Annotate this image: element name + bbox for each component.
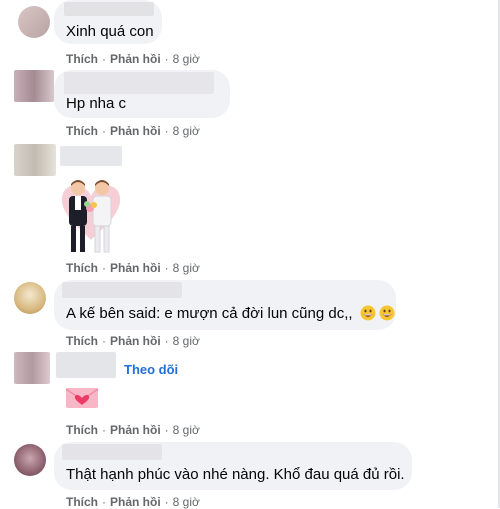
comment-time[interactable]: 8 giờ [173, 261, 200, 275]
like-link[interactable]: Thích [66, 334, 98, 348]
grinning-face-icon [360, 305, 376, 321]
wedding-couple-sticker [56, 174, 126, 256]
comment-bubble: A kế bên said: e mượn cả đời lun cũng dc… [54, 280, 396, 330]
comment-text: Xinh quá con [66, 23, 154, 40]
comment-bubble: Thật hạnh phúc vào nhé nàng. Khổ đau quá… [54, 442, 412, 490]
comment-bubble: Xinh quá con [54, 0, 162, 44]
comment-actions: Thích · Phản hồi · 8 giờ [66, 495, 200, 509]
follow-link[interactable]: Theo dõi [124, 362, 178, 377]
blurred-username [62, 444, 162, 460]
reply-link[interactable]: Phản hồi [110, 261, 161, 275]
like-link[interactable]: Thích [66, 52, 98, 66]
like-link[interactable]: Thích [66, 261, 98, 275]
blurred-username [60, 146, 122, 166]
comment-text-content: A kế bên said: e mượn cả đời lun cũng dc… [66, 305, 353, 322]
reply-link[interactable]: Phản hồi [110, 423, 161, 437]
reply-link[interactable]: Phản hồi [110, 52, 161, 66]
comment-time[interactable]: 8 giờ [173, 495, 200, 509]
comment-time[interactable]: 8 giờ [173, 124, 200, 138]
avatar[interactable] [14, 444, 46, 476]
reply-link[interactable]: Phản hồi [110, 124, 161, 138]
blurred-username [64, 2, 154, 16]
comment-text: Thật hạnh phúc vào nhé nàng. Khổ đau quá… [66, 466, 405, 483]
like-link[interactable]: Thích [66, 423, 98, 437]
avatar[interactable] [14, 144, 56, 176]
comment-bubble: Hp nha c [54, 70, 230, 118]
comment-text: Hp nha c [66, 95, 127, 112]
comment-actions: Thích · Phản hồi · 8 giờ [66, 334, 200, 348]
avatar[interactable] [14, 352, 50, 384]
heart-envelope-sticker [64, 384, 100, 410]
comment-actions: Thích · Phản hồi · 8 giờ [66, 261, 200, 275]
grinning-face-icon [379, 305, 395, 321]
avatar[interactable] [14, 282, 46, 314]
like-link[interactable]: Thích [66, 495, 98, 509]
comment-time[interactable]: 8 giờ [173, 423, 200, 437]
reply-link[interactable]: Phản hồi [110, 334, 161, 348]
comment-actions: Thích · Phản hồi · 8 giờ [66, 124, 200, 138]
comment-actions: Thích · Phản hồi · 8 giờ [66, 52, 200, 66]
like-link[interactable]: Thích [66, 124, 98, 138]
avatar[interactable] [18, 6, 50, 38]
blurred-username [64, 72, 214, 94]
comment-time[interactable]: 8 giờ [173, 334, 200, 348]
comment-actions: Thích · Phản hồi · 8 giờ [66, 423, 200, 437]
avatar[interactable] [14, 70, 54, 102]
reply-link[interactable]: Phản hồi [110, 495, 161, 509]
comment-time[interactable]: 8 giờ [173, 52, 200, 66]
blurred-username [56, 352, 116, 378]
blurred-username [62, 282, 182, 298]
comment-text: A kế bên said: e mượn cả đời lun cũng dc… [66, 304, 395, 324]
